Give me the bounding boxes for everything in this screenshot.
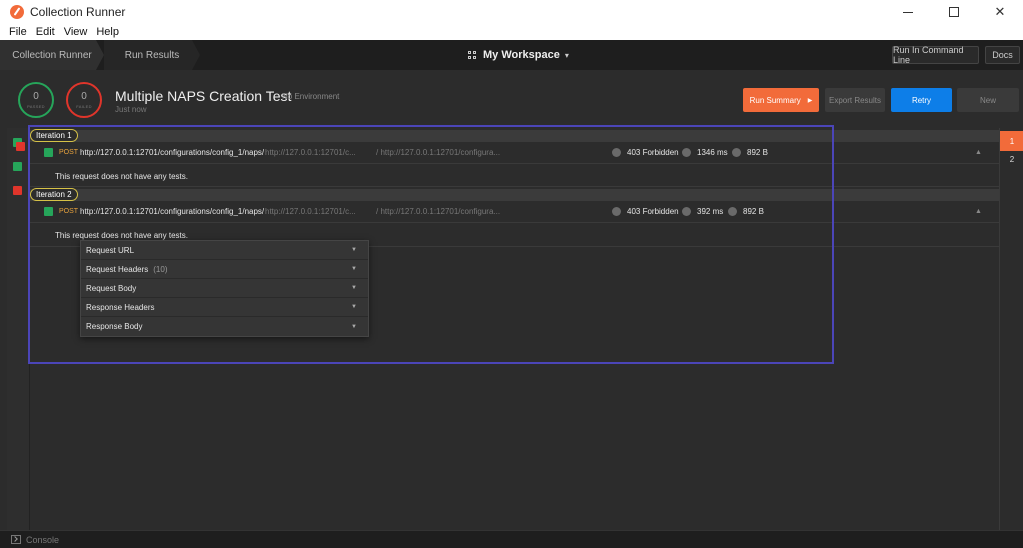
section-label: Request Headers xyxy=(86,264,149,274)
request-body-section[interactable]: Request Body ▼ xyxy=(81,279,368,298)
close-button[interactable]: ✕ xyxy=(977,0,1023,24)
iteration-label: Iteration 1 xyxy=(30,129,78,142)
chevron-down-icon: ▼ xyxy=(351,285,357,291)
request-row[interactable]: POST http://127.0.0.1:12701/configuratio… xyxy=(30,142,999,164)
chevron-down-icon: ▼ xyxy=(351,266,357,272)
run-in-command-line-button[interactable]: Run In Command Line xyxy=(892,45,979,65)
chevron-down-icon: ▾ xyxy=(564,50,569,60)
response-time: 392 ms xyxy=(697,207,724,216)
run-title: Multiple NAPS Creation Test xyxy=(115,88,292,104)
run-summary-button[interactable]: Run Summary ▶ xyxy=(743,88,819,112)
response-status: 403 Forbidden xyxy=(627,148,679,157)
test-note: This request does not have any tests. xyxy=(55,172,188,181)
iteration-bar xyxy=(30,189,999,201)
run-summary-header: 0 PASSED 0 FAILED Multiple NAPS Creation… xyxy=(0,70,1023,128)
workspace-selector[interactable]: My Workspace ▾ xyxy=(468,40,569,70)
console-icon[interactable] xyxy=(11,535,21,544)
menu-file[interactable]: File xyxy=(9,26,27,38)
bottom-bar: Console xyxy=(0,530,1023,548)
response-body-section[interactable]: Response Body ▼ xyxy=(81,317,368,336)
size-dot-icon xyxy=(728,207,737,216)
menu-edit[interactable]: Edit xyxy=(36,26,55,38)
request-url-section[interactable]: Request URL ▼ xyxy=(81,241,368,260)
chevron-down-icon: ▼ xyxy=(351,304,357,310)
failed-ring: 0 FAILED xyxy=(66,82,102,118)
postman-logo-icon xyxy=(10,5,24,19)
request-url-resolved: http://127.0.0.1:12701/c... xyxy=(265,148,356,157)
size-dot-icon xyxy=(732,148,741,157)
request-headers-section[interactable]: Request Headers (10) ▼ xyxy=(81,260,368,279)
breadcrumb-run-results[interactable]: Run Results xyxy=(104,40,200,70)
passed-count: 0 xyxy=(33,90,39,102)
request-method: POST xyxy=(59,208,79,215)
iteration-tabs: 1 2 xyxy=(999,128,1023,530)
response-size: 892 B xyxy=(747,148,768,157)
request-status-icon xyxy=(44,207,53,216)
test-note: This request does not have any tests. xyxy=(55,231,188,240)
window-titlebar: Collection Runner ✕ xyxy=(0,0,1023,24)
retry-button[interactable]: Retry xyxy=(891,88,952,112)
failed-label: FAILED xyxy=(76,103,92,109)
time-dot-icon xyxy=(682,207,691,216)
request-status-icon xyxy=(44,148,53,157)
response-status: 403 Forbidden xyxy=(627,207,679,216)
docs-button[interactable]: Docs xyxy=(985,46,1020,64)
workspace-grid-icon xyxy=(468,50,477,60)
response-size: 892 B xyxy=(743,207,764,216)
passed-ring: 0 PASSED xyxy=(18,82,54,118)
collapse-caret-icon[interactable]: ▲ xyxy=(975,208,982,215)
chevron-down-icon: ▼ xyxy=(351,323,357,330)
section-label: Response Headers xyxy=(86,302,155,312)
request-method: POST xyxy=(59,149,79,156)
export-results-button[interactable]: Export Results xyxy=(825,88,885,112)
request-url-path: / http://127.0.0.1:12701/configura... xyxy=(376,207,501,216)
run-summary-label: Run Summary xyxy=(749,95,801,105)
status-fail-square[interactable] xyxy=(13,186,22,195)
request-url: http://127.0.0.1:12701/configurations/co… xyxy=(80,207,265,216)
menu-help[interactable]: Help xyxy=(96,26,119,38)
response-headers-section[interactable]: Response Headers ▼ xyxy=(81,298,368,317)
run-environment: No Environment xyxy=(282,92,340,101)
request-url-resolved: http://127.0.0.1:12701/c... xyxy=(265,207,356,216)
passed-label: PASSED xyxy=(27,103,45,109)
time-dot-icon xyxy=(682,148,691,157)
workspace-name: My Workspace xyxy=(483,49,560,61)
iteration-label: Iteration 2 xyxy=(30,188,78,201)
caret-right-icon: ▶ xyxy=(807,97,813,104)
iteration-tab-2[interactable]: 2 xyxy=(1000,149,1023,169)
request-row[interactable]: POST http://127.0.0.1:12701/configuratio… xyxy=(30,201,999,223)
collapse-caret-icon[interactable]: ▲ xyxy=(975,149,982,156)
status-dot-icon xyxy=(612,207,621,216)
iteration-bar xyxy=(30,130,999,142)
iteration-tab-1[interactable]: 1 xyxy=(1000,131,1023,151)
status-dot-icon xyxy=(612,148,621,157)
failed-count: 0 xyxy=(81,90,87,102)
headers-count: (10) xyxy=(153,264,168,274)
section-label: Request URL xyxy=(86,245,135,255)
app-topbar: Collection Runner Run Results My Workspa… xyxy=(0,40,1023,70)
breadcrumb-collection-runner[interactable]: Collection Runner xyxy=(0,40,104,70)
console-button[interactable]: Console xyxy=(26,535,59,545)
menu-view[interactable]: View xyxy=(64,26,88,38)
new-button[interactable]: New xyxy=(957,88,1019,112)
window-controls: ✕ xyxy=(885,0,1023,24)
status-fail-square[interactable] xyxy=(16,142,25,151)
status-pass-square[interactable] xyxy=(13,162,22,171)
run-time: Just now xyxy=(115,105,147,114)
request-url: http://127.0.0.1:12701/configurations/co… xyxy=(80,148,265,157)
request-url-path: / http://127.0.0.1:12701/configura... xyxy=(376,148,501,157)
request-status-strip xyxy=(7,128,30,530)
chevron-down-icon: ▼ xyxy=(351,247,357,253)
window-title: Collection Runner xyxy=(30,5,126,19)
response-time: 1346 ms xyxy=(697,148,728,157)
menu-bar: File Edit View Help xyxy=(0,24,1023,40)
minimize-icon xyxy=(903,11,913,13)
maximize-icon xyxy=(949,7,959,17)
divider xyxy=(30,186,999,187)
maximize-button[interactable] xyxy=(931,0,977,24)
request-details-panel: Request URL ▼ Request Headers (10) ▼ Req… xyxy=(80,240,369,337)
section-label: Response Body xyxy=(86,322,143,331)
minimize-button[interactable] xyxy=(885,0,931,24)
section-label: Request Body xyxy=(86,283,137,293)
